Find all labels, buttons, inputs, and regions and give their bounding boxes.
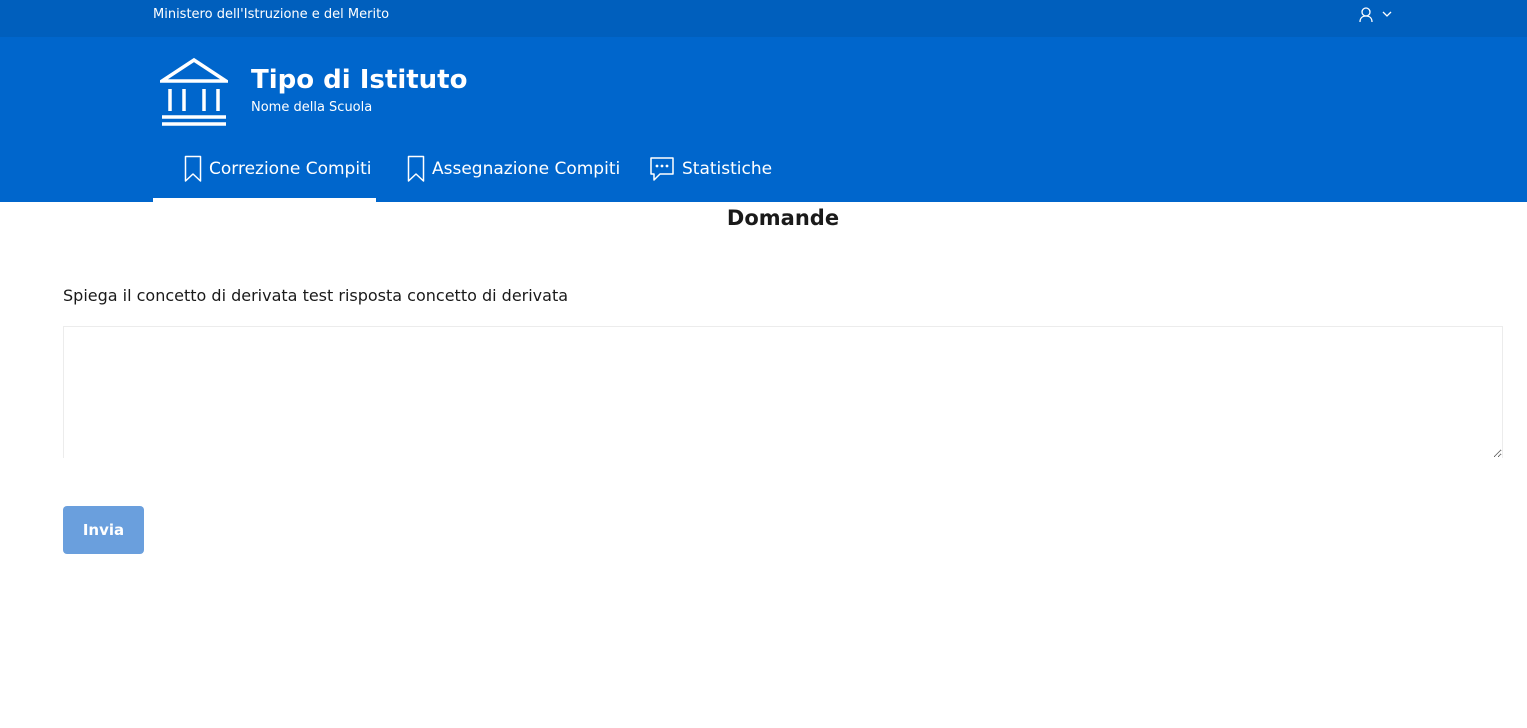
- user-icon: [1359, 7, 1373, 23]
- chevron-down-icon: [1382, 11, 1392, 17]
- page-title: Domande: [726, 206, 840, 230]
- institution-building-icon: [160, 57, 228, 126]
- nav-item-assegnazione-compiti[interactable]: Assegnazione Compiti: [394, 149, 620, 202]
- submit-button[interactable]: Invia: [63, 506, 144, 554]
- bookmark-icon: [407, 155, 425, 182]
- nav-item-label: Statistiche: [682, 159, 773, 179]
- question-text: Spiega il concetto di derivata test risp…: [63, 286, 569, 305]
- nav-item-label: Correzione Compiti: [209, 159, 372, 179]
- nav-item-statistiche[interactable]: Statistiche: [635, 149, 775, 202]
- nav-item-label: Assegnazione Compiti: [432, 159, 621, 179]
- bookmark-icon: [184, 155, 202, 182]
- slim-header: Ministero dell'Istruzione e del Merito: [0, 0, 1527, 37]
- user-menu-button[interactable]: [1357, 6, 1397, 26]
- chat-bubble-icon: [650, 157, 674, 181]
- school-name-subtitle: Nome della Scuola: [251, 100, 373, 115]
- answer-textarea[interactable]: [63, 326, 1503, 458]
- nav-item-correzione-compiti[interactable]: Correzione Compiti: [153, 149, 376, 202]
- center-header: Tipo di Istituto Nome della Scuola Corre…: [0, 37, 1527, 202]
- ministry-title: Ministero dell'Istruzione e del Merito: [153, 7, 390, 22]
- institute-type-title: Tipo di Istituto: [251, 65, 468, 95]
